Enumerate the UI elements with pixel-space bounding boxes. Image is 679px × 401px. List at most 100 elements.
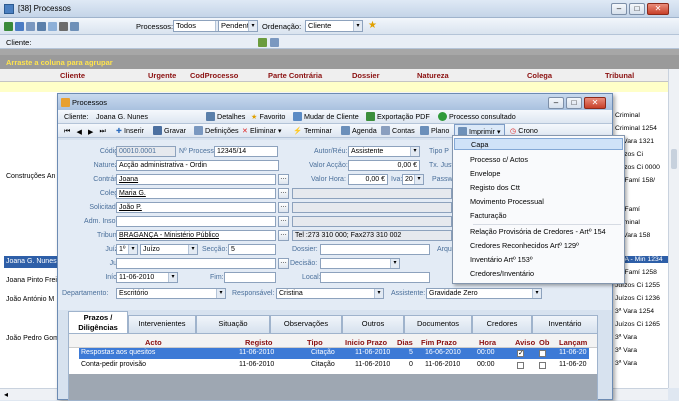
adm-insolv-lookup-button[interactable]: … — [278, 216, 289, 227]
dialog-close-button[interactable]: ✕ — [584, 97, 606, 109]
crono-button[interactable]: ◷ Crono — [510, 126, 538, 135]
dialog-maximize-button[interactable]: □ — [566, 97, 582, 109]
tribunal-lookup-button[interactable]: … — [278, 230, 289, 241]
col-dias[interactable]: Dias — [397, 338, 413, 347]
col-acto[interactable]: Acto — [145, 338, 162, 347]
tab-outros-campos[interactable]: Outros Campos — [342, 315, 404, 344]
pendente-select[interactable]: Pendente ▾ — [218, 20, 258, 32]
assistente-select[interactable]: Gravidade Zero ▾ — [426, 288, 542, 299]
aviso-checkbox[interactable] — [517, 362, 524, 369]
refresh-icon[interactable] — [15, 22, 24, 31]
col-tipo[interactable]: Tipo — [307, 338, 323, 347]
print-icon[interactable] — [70, 22, 79, 31]
col-ob[interactable]: Ob — [539, 338, 549, 347]
tab-documentos[interactable]: Documentos — [404, 315, 472, 333]
menu-item-processo-actos[interactable]: Processo c/ Actos — [454, 154, 623, 166]
col-parte-contraria[interactable]: Parte Contrária — [268, 71, 322, 80]
tribunal-field[interactable]: BRAGANÇA - Ministério Público — [116, 230, 276, 241]
last-record-icon[interactable]: ⏭ — [100, 126, 106, 136]
table-row[interactable]: Conta-pedir provisão 11-06-2010 Citação … — [79, 360, 589, 371]
contas-button[interactable]: Contas — [381, 126, 415, 135]
natureza-field[interactable]: Acção administrativa - Ordin — [116, 160, 279, 171]
col-tribunal[interactable]: Tribunal — [605, 71, 634, 80]
col-dossier[interactable]: Dossier — [352, 71, 380, 80]
star-icon[interactable]: ★ — [368, 21, 377, 31]
nprocesso-field[interactable]: 12345/14 — [214, 146, 278, 157]
juizo-select[interactable]: Juízo ▾ — [140, 244, 198, 255]
col-urgente[interactable]: Urgente — [148, 71, 176, 80]
col-aviso[interactable]: Aviso — [515, 338, 535, 347]
col-registo[interactable]: Registo — [245, 338, 273, 347]
responsavel-select[interactable]: Cristina ▾ — [276, 288, 384, 299]
aviso-checkbox[interactable]: ✓ — [517, 350, 524, 357]
ob-checkbox[interactable] — [539, 350, 546, 357]
col-natureza[interactable]: Natureza — [417, 71, 449, 80]
juizo-number-select[interactable]: 1º ▾ — [116, 244, 138, 255]
menu-item-credores-inventario[interactable]: Credores/Inventário — [454, 268, 623, 280]
local-field[interactable] — [320, 272, 430, 283]
filter-icon[interactable] — [270, 38, 279, 47]
menu-item-credores-reconhecidos[interactable]: Credores Reconhecidos Artº 129º — [454, 240, 623, 252]
definicoes-button[interactable]: Definições — [194, 126, 239, 135]
plano-button[interactable]: Plano — [420, 126, 449, 135]
seccao-field[interactable]: 5 — [228, 244, 276, 255]
grid-icon[interactable] — [26, 22, 35, 31]
ordenacao-select[interactable]: Cliente ▾ — [305, 20, 363, 32]
favorito-button[interactable]: ★ Favorito — [251, 112, 285, 121]
fim-date-field[interactable] — [224, 272, 276, 283]
solicitador-lookup-button[interactable]: … — [278, 202, 289, 213]
minimize-button[interactable]: – — [611, 3, 627, 15]
mudar-cliente-button[interactable]: Mudar de Cliente — [293, 112, 359, 121]
maximize-button[interactable]: □ — [629, 3, 645, 15]
col-codprocesso[interactable]: CodProcesso — [190, 71, 238, 80]
close-button[interactable]: ✕ — [647, 3, 669, 15]
tab-inventario[interactable]: Inventário — [532, 315, 598, 333]
detalhes-button[interactable]: Detalhes — [206, 112, 245, 121]
vertical-scrollbar[interactable] — [668, 69, 679, 388]
colega-lookup-button[interactable]: … — [278, 188, 289, 199]
filter-row[interactable] — [0, 82, 668, 92]
col-cliente[interactable]: Cliente — [60, 71, 85, 80]
add-icon[interactable] — [4, 22, 13, 31]
col-colega[interactable]: Colega — [527, 71, 552, 80]
menu-item-movimento-processual[interactable]: Movimento Processual — [454, 196, 623, 208]
scroll-thumb[interactable] — [671, 149, 677, 169]
contraria-lookup-button[interactable]: … — [278, 174, 289, 185]
col-lancamento[interactable]: Lançam — [559, 338, 587, 347]
valor-hora-field[interactable]: 0,00 € — [348, 174, 388, 185]
solicitador-field[interactable]: João P. — [116, 202, 276, 213]
col-hora[interactable]: Hora — [479, 338, 496, 347]
iva-select[interactable]: 20 ▾ — [402, 174, 424, 185]
tab-observacoes[interactable]: Observações — [270, 315, 342, 333]
tab-credores[interactable]: Credores — [472, 315, 532, 333]
table-row[interactable]: Respostas aos quesitos 11-06-2010 Citaçã… — [79, 348, 589, 359]
autor-reu-select[interactable]: Assistente ▾ — [348, 146, 420, 157]
terminar-button[interactable]: ⚡ Terminar — [293, 126, 332, 135]
menu-item-inventario[interactable]: Inventário Artº 153º — [454, 254, 623, 266]
scroll-left-icon[interactable]: ◂ — [4, 390, 8, 399]
menu-item-envelope[interactable]: Envelope — [454, 168, 623, 180]
dialog-minimize-button[interactable]: – — [548, 97, 564, 109]
agenda-button[interactable]: Agenda — [341, 126, 377, 135]
valor-accao-field[interactable]: 0,00 € — [348, 160, 420, 171]
binoculars-icon[interactable] — [59, 22, 68, 31]
contraria-field[interactable]: Joana — [116, 174, 276, 185]
departamento-select[interactable]: Escritório ▾ — [116, 288, 226, 299]
menu-item-facturacao[interactable]: Facturação — [454, 210, 623, 222]
prev-record-icon[interactable]: ◀ — [76, 127, 82, 136]
tab-prazos-diligencias[interactable]: Prazos / Diligências — [68, 311, 128, 333]
juiz-lookup-button[interactable]: … — [278, 258, 289, 269]
inserir-button[interactable]: ✚ Inserir — [116, 126, 144, 135]
exportacao-pdf-button[interactable]: Exportação PDF — [366, 112, 430, 121]
next-record-icon[interactable]: ▶ — [88, 127, 94, 136]
col-inicio-prazo[interactable]: Inicio Prazo — [345, 338, 387, 347]
decisao-select[interactable]: ▾ — [320, 258, 400, 269]
tab-situacao-processual[interactable]: Situação Processual — [196, 315, 270, 344]
eliminar-button[interactable]: ✕ Eliminar ▾ — [242, 126, 282, 135]
first-record-icon[interactable]: ⏮ — [64, 126, 70, 136]
colega-field[interactable]: Maria G. — [116, 188, 276, 199]
columns-icon[interactable] — [37, 22, 46, 31]
juiz-field[interactable] — [116, 258, 276, 269]
ob-checkbox[interactable] — [539, 362, 546, 369]
layout-icon[interactable] — [48, 22, 57, 31]
